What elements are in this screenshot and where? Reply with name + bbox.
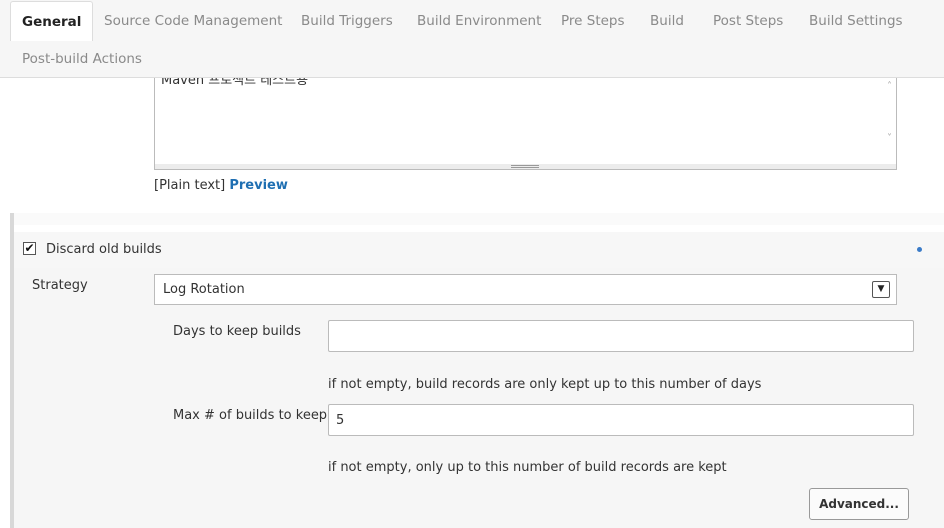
strategy-select[interactable]: Log Rotation ▼	[154, 274, 897, 305]
description-textarea[interactable]: Maven 프로젝트 테스트용 ˄ ˅	[154, 78, 897, 169]
days-to-keep-hint: if not empty, build records are only kep…	[328, 377, 762, 392]
tab-post-build-actions[interactable]: Post-build Actions	[22, 39, 142, 77]
tab-post-steps[interactable]: Post Steps	[713, 1, 783, 39]
description-text: Maven 프로젝트 테스트용	[161, 78, 309, 88]
strategy-label: Strategy	[32, 278, 88, 293]
strategy-value: Log Rotation	[163, 282, 245, 297]
textarea-resize-handle[interactable]	[154, 164, 897, 170]
tab-build-settings[interactable]: Build Settings	[809, 1, 903, 39]
days-to-keep-label: Days to keep builds	[173, 324, 301, 339]
preview-link[interactable]: Preview	[229, 178, 288, 193]
tab-build[interactable]: Build	[650, 1, 684, 39]
max-builds-hint: if not empty, only up to this number of …	[328, 460, 727, 475]
chevron-down-icon: ▼	[872, 281, 890, 298]
resize-grip-icon	[511, 165, 539, 168]
tab-build-triggers[interactable]: Build Triggers	[301, 1, 393, 39]
max-builds-input[interactable]	[328, 404, 914, 436]
format-label: [Plain text]	[154, 178, 226, 193]
tab-general[interactable]: General	[10, 1, 94, 41]
tab-build-environment[interactable]: Build Environment	[417, 1, 541, 39]
discard-old-builds-header: ✔ Discard old builds	[14, 232, 944, 268]
discard-old-builds-label[interactable]: Discard old builds	[46, 242, 162, 257]
discard-old-builds-body: Strategy Log Rotation ▼ Days to keep bui…	[14, 268, 944, 528]
days-to-keep-input[interactable]	[328, 320, 914, 352]
tab-source-code-management[interactable]: Source Code Management	[104, 1, 282, 39]
tab-pre-steps[interactable]: Pre Steps	[561, 1, 625, 39]
config-tab-bar: General Source Code Management Build Tri…	[0, 0, 944, 78]
advanced-button[interactable]: Advanced...	[809, 488, 909, 520]
discard-old-builds-checkbox[interactable]: ✔	[23, 242, 36, 255]
max-builds-label: Max # of builds to keep	[173, 408, 328, 423]
section-spacer	[14, 213, 944, 225]
help-icon[interactable]	[917, 247, 922, 252]
scroll-down-icon[interactable]: ˅	[887, 133, 892, 144]
config-content: Maven 프로젝트 테스트용 ˄ ˅ [Plain text] Preview…	[0, 78, 944, 528]
scroll-up-icon[interactable]: ˄	[887, 81, 892, 92]
description-format-line: [Plain text] Preview	[154, 178, 288, 193]
